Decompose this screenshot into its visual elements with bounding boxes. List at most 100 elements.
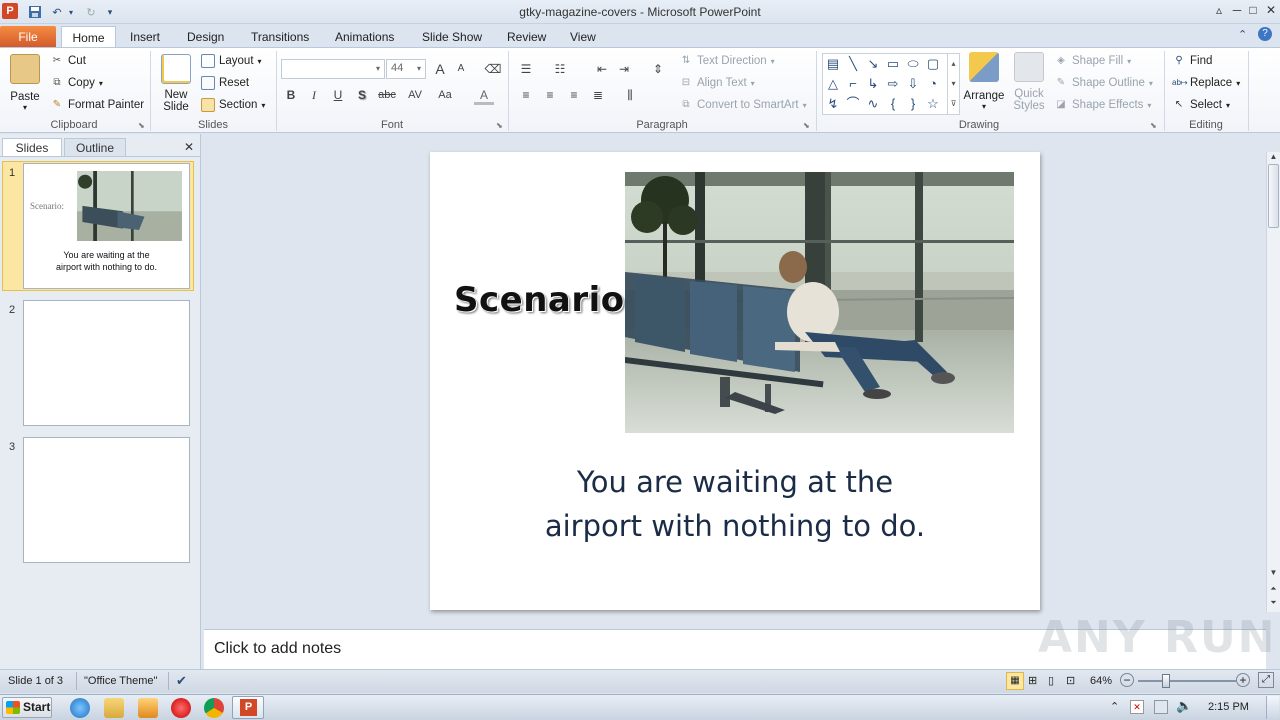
- internet-explorer-icon[interactable]: [70, 698, 90, 718]
- chrome-icon[interactable]: [204, 698, 224, 718]
- network-icon[interactable]: [1154, 700, 1168, 714]
- triangle-shape-icon[interactable]: △: [824, 75, 842, 93]
- text-direction-button[interactable]: ⇅ Text Direction ▾: [679, 54, 775, 68]
- shape-fill-button[interactable]: ◈ Shape Fill ▾: [1054, 54, 1131, 68]
- grow-font-button[interactable]: A: [430, 59, 450, 79]
- font-color-button[interactable]: A: [474, 85, 494, 105]
- clipboard-launcher-icon[interactable]: ⬊: [138, 121, 145, 130]
- slide-thumbnail-1[interactable]: Scenario: You are waiting at the airport…: [23, 163, 190, 289]
- airport-photo[interactable]: [625, 172, 1014, 433]
- tab-insert[interactable]: Insert: [120, 26, 170, 48]
- shapes-gallery-scroll[interactable]: ▴ ▾ ⊽: [947, 54, 959, 114]
- close-button[interactable]: ✕: [1262, 2, 1280, 18]
- quick-styles-button[interactable]: Quick Styles: [1008, 52, 1050, 112]
- italic-button[interactable]: I: [304, 85, 324, 105]
- line-spacing-icon[interactable]: ⇕: [648, 59, 668, 79]
- convert-smartart-button[interactable]: ⧉ Convert to SmartArt ▾: [679, 98, 806, 112]
- volume-icon[interactable]: 🔈: [1176, 698, 1192, 714]
- shrink-font-button[interactable]: A: [451, 59, 471, 79]
- rectangle-shape-icon[interactable]: ▭: [884, 55, 902, 73]
- drawing-launcher-icon[interactable]: ⬊: [1150, 121, 1157, 130]
- scroll-up-icon[interactable]: ▲: [1267, 152, 1280, 164]
- next-slide-icon[interactable]: ⏷: [1267, 598, 1280, 610]
- down-arrow-shape-icon[interactable]: ⇩: [904, 75, 922, 93]
- new-slide-button[interactable]: New Slide: [158, 54, 194, 113]
- slide-canvas[interactable]: Scenario: You are waiting at the airport…: [430, 152, 1040, 610]
- elbow-arrow-shape-icon[interactable]: ↳: [864, 75, 882, 93]
- right-brace-shape-icon[interactable]: }: [904, 95, 922, 113]
- zoom-out-icon[interactable]: −: [1120, 673, 1134, 687]
- copy-button[interactable]: ⧉ Copy ▾: [50, 76, 102, 90]
- columns-icon[interactable]: ⫼: [620, 85, 640, 105]
- powerpoint-taskbar-button[interactable]: P: [232, 696, 264, 719]
- minimize-ribbon-icon[interactable]: ⌃: [1238, 28, 1247, 41]
- freeform-shape-icon[interactable]: ∿: [864, 95, 882, 113]
- zoom-in-icon[interactable]: +: [1236, 673, 1250, 687]
- zoom-slider-track[interactable]: [1138, 680, 1236, 682]
- replace-button[interactable]: ab↦ Replace ▾: [1172, 76, 1240, 90]
- left-brace-shape-icon[interactable]: {: [884, 95, 902, 113]
- numbering-icon[interactable]: ☷: [550, 59, 570, 79]
- tab-review[interactable]: Review: [497, 26, 556, 48]
- slide-body-text[interactable]: You are waiting at the airport with noth…: [430, 460, 1040, 548]
- slide-vertical-scrollbar[interactable]: ▲ ▼ ⏶ ⏷: [1266, 152, 1280, 612]
- find-button[interactable]: ⚲ Find: [1172, 54, 1212, 68]
- slide-title[interactable]: Scenario:: [454, 280, 639, 320]
- slide-thumbnail-2[interactable]: [23, 300, 190, 426]
- previous-slide-icon[interactable]: ⏶: [1267, 584, 1280, 596]
- restore-button[interactable]: □: [1244, 2, 1262, 18]
- curve-shape-icon[interactable]: ⌒: [844, 95, 862, 113]
- reading-view-icon[interactable]: ▯: [1048, 674, 1054, 687]
- tab-home[interactable]: Home: [61, 26, 116, 48]
- tab-transitions[interactable]: Transitions: [241, 26, 319, 48]
- bold-button[interactable]: B: [281, 85, 301, 105]
- file-explorer-icon[interactable]: [104, 698, 124, 718]
- scroll-down-icon[interactable]: ▼: [1267, 568, 1280, 580]
- shapes-gallery[interactable]: ▤ ╲ ↘ ▭ ⬭ ▢ △ ⌐ ↳ ⇨ ⇩ ◔ ↯ ⌒ ∿ { } ☆ ▴ ▾ ⊽: [822, 53, 960, 115]
- character-spacing-button[interactable]: AV: [402, 85, 428, 105]
- normal-view-icon[interactable]: ▦: [1006, 672, 1024, 690]
- taskbar-clock[interactable]: 2:15 PM: [1208, 701, 1249, 713]
- slide-thumbnail-3[interactable]: [23, 437, 190, 563]
- cut-button[interactable]: ✂ Cut: [50, 54, 86, 68]
- line-shape-icon[interactable]: ╲: [844, 55, 862, 73]
- shape-effects-button[interactable]: ◪ Shape Effects ▾: [1054, 98, 1151, 112]
- text-shadow-button[interactable]: S: [352, 85, 372, 105]
- font-launcher-icon[interactable]: ⬊: [496, 121, 503, 130]
- spell-check-icon[interactable]: ✔: [176, 673, 187, 689]
- reset-button[interactable]: Reset: [201, 76, 249, 90]
- elbow-connector-shape-icon[interactable]: ⌐: [844, 75, 862, 93]
- media-player-icon[interactable]: [138, 698, 158, 718]
- fit-to-window-icon[interactable]: ⤢: [1258, 672, 1274, 688]
- tab-animations[interactable]: Animations: [325, 26, 404, 48]
- align-center-icon[interactable]: ≡: [540, 85, 560, 105]
- clear-formatting-icon[interactable]: ⌫: [483, 59, 503, 79]
- font-size-combo[interactable]: 44 ▾: [386, 59, 426, 79]
- align-text-button[interactable]: ⊟ Align Text ▾: [679, 76, 755, 90]
- zoom-level[interactable]: 64%: [1090, 675, 1112, 687]
- bullets-icon[interactable]: ☰: [516, 59, 536, 79]
- show-desktop-button[interactable]: [1266, 696, 1279, 719]
- tab-design[interactable]: Design: [177, 26, 234, 48]
- decrease-indent-icon[interactable]: ⇤: [592, 59, 612, 79]
- align-left-icon[interactable]: ≡: [516, 85, 536, 105]
- strikethrough-button[interactable]: abc: [374, 85, 400, 105]
- rounded-rectangle-shape-icon[interactable]: ▢: [924, 55, 942, 73]
- arrow-shape-icon[interactable]: ↘: [864, 55, 882, 73]
- help-icon[interactable]: ?: [1258, 27, 1272, 41]
- tab-view[interactable]: View: [560, 26, 606, 48]
- change-case-button[interactable]: Aa: [432, 85, 458, 105]
- opera-icon[interactable]: [171, 698, 191, 718]
- section-button[interactable]: Section ▾: [201, 98, 265, 112]
- format-painter-button[interactable]: ✎ Format Painter: [50, 98, 144, 112]
- tab-slide-show[interactable]: Slide Show: [412, 26, 492, 48]
- curved-arrow-shape-icon[interactable]: ↯: [824, 95, 842, 113]
- font-name-combo[interactable]: ▾: [281, 59, 385, 79]
- star-shape-icon[interactable]: ☆: [924, 95, 942, 113]
- scroll-thumb[interactable]: [1268, 164, 1279, 228]
- select-button[interactable]: ↖ Select ▾: [1172, 98, 1230, 112]
- tab-file[interactable]: File: [0, 26, 56, 48]
- oval-shape-icon[interactable]: ⬭: [904, 55, 922, 73]
- action-center-icon[interactable]: ✕: [1130, 700, 1144, 714]
- justify-icon[interactable]: ≣: [588, 85, 608, 105]
